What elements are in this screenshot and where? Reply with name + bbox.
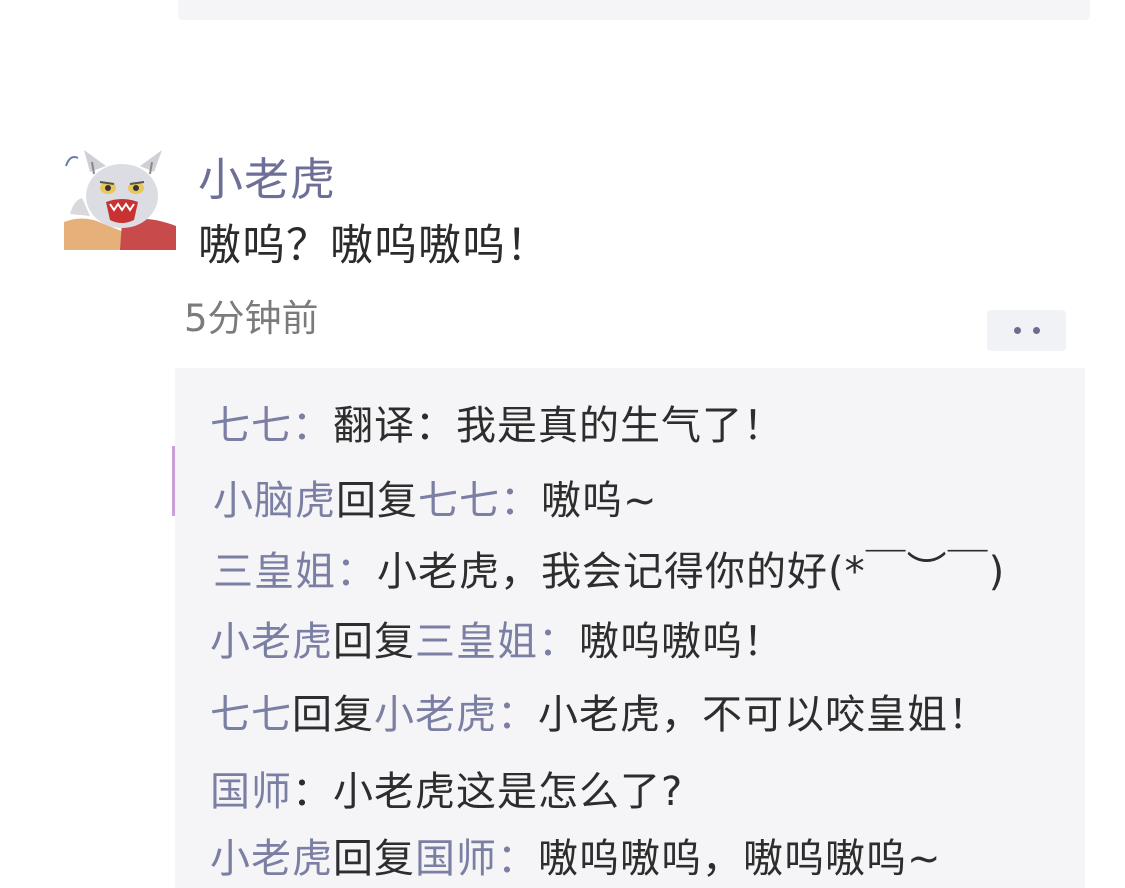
reply-word: 回复: [292, 692, 374, 738]
separator: ：: [497, 836, 538, 882]
comment-row[interactable]: 七七回复小老虎：小老虎，不可以咬皇姐！: [210, 688, 989, 742]
comment-text: 嗷呜嗷呜，嗷呜嗷呜~: [538, 836, 942, 882]
reply-word: 回复: [333, 836, 415, 882]
post-item: 小老虎 嗷呜？嗷呜嗷呜！ 5分钟前 七七：翻译：我是真的生气了！ 小脑虎回复七七…: [0, 0, 1125, 888]
comment-text: 小老虎，不可以咬皇姐！: [538, 692, 989, 738]
commenter-name[interactable]: 国师: [210, 769, 292, 815]
separator: ：: [497, 692, 538, 738]
comment-text: 嗷呜~: [541, 478, 658, 524]
post-author[interactable]: 小老虎: [198, 150, 336, 210]
commenter-name[interactable]: 小老虎: [210, 619, 333, 665]
comment-text: 小老虎，我会记得你的好(*￣︶￣): [377, 549, 1006, 595]
post-time: 5分钟前: [184, 297, 319, 340]
avatar[interactable]: [64, 144, 176, 250]
comment-text: 嗷呜嗷呜！: [579, 619, 784, 665]
post-content: 嗷呜？嗷呜嗷呜！: [198, 221, 550, 271]
reply-target-name[interactable]: 七七: [418, 478, 500, 524]
reply-target-name[interactable]: 国师: [415, 836, 497, 882]
reply-word: 回复: [336, 478, 418, 524]
tiger-cat-avatar-icon: [64, 144, 176, 250]
more-dot-icon: [1013, 327, 1021, 334]
commenter-name[interactable]: 七七: [210, 692, 292, 738]
comment-row[interactable]: 国师：小老虎这是怎么了?: [210, 765, 683, 819]
comment-text: 小老虎这是怎么了?: [333, 769, 684, 815]
reply-target-name[interactable]: 三皇姐: [415, 619, 538, 665]
comment-row[interactable]: 小脑虎回复七七：嗷呜~: [213, 474, 658, 528]
commenter-name[interactable]: 七七: [210, 403, 292, 449]
commenter-name[interactable]: 三皇姐: [213, 549, 336, 595]
separator: ：: [538, 619, 579, 665]
commenter-name[interactable]: 小老虎: [210, 836, 333, 882]
more-button[interactable]: [987, 310, 1066, 351]
more-dot-icon: [1032, 327, 1040, 334]
separator: ：: [292, 403, 333, 449]
comment-row[interactable]: 小老虎回复三皇姐：嗷呜嗷呜！: [210, 615, 784, 669]
separator: ：: [336, 549, 377, 595]
comment-highlight-edge: [172, 446, 175, 516]
commenter-name[interactable]: 小脑虎: [213, 478, 336, 524]
reply-word: 回复: [333, 619, 415, 665]
separator: ：: [500, 478, 541, 524]
comment-row[interactable]: 小老虎回复国师：嗷呜嗷呜，嗷呜嗷呜~: [210, 832, 942, 886]
reply-target-name[interactable]: 小老虎: [374, 692, 497, 738]
comment-row[interactable]: 三皇姐：小老虎，我会记得你的好(*￣︶￣): [213, 545, 1005, 599]
separator: ：: [292, 769, 333, 815]
comment-text: 翻译：我是真的生气了！: [333, 403, 784, 449]
comment-row[interactable]: 七七：翻译：我是真的生气了！: [210, 399, 784, 453]
